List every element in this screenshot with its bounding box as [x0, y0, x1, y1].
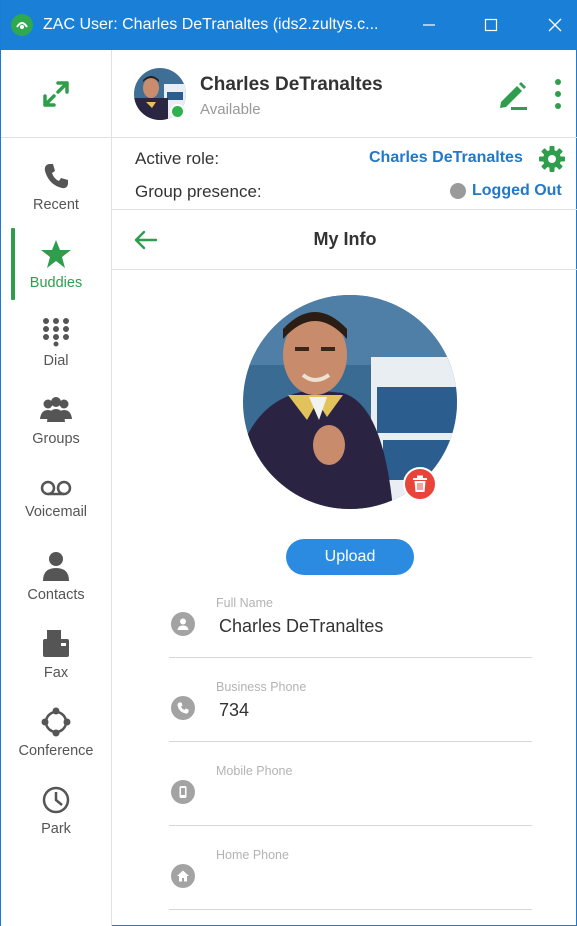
field-label: Mobile Phone [216, 764, 293, 778]
full-name-field[interactable]: Full Name Charles DeTranaltes [169, 590, 532, 658]
mobile-phone-field[interactable]: Mobile Phone [169, 758, 532, 826]
active-role-label: Active role: [135, 149, 220, 168]
sidebar: Recent Buddies Dial Groups Voicemail Con… [1, 50, 112, 926]
expand-button[interactable] [1, 50, 111, 138]
arrow-left-icon [134, 230, 158, 250]
sidebar-item-label: Contacts [27, 587, 85, 603]
phone-icon [171, 696, 195, 720]
trash-icon [413, 475, 427, 492]
back-button[interactable] [132, 226, 160, 254]
minimize-button[interactable] [405, 0, 453, 50]
presence-status-dot [450, 183, 466, 199]
star-icon [41, 240, 71, 268]
app-logo-icon [11, 14, 33, 36]
group-presence-label: Group presence: [135, 182, 262, 201]
field-value[interactable]: Charles DeTranaltes [219, 616, 383, 637]
presence-indicator [170, 104, 185, 119]
upload-button[interactable]: Upload [286, 539, 414, 575]
sidebar-item-contacts[interactable]: Contacts [1, 538, 111, 616]
field-label: Business Phone [216, 680, 307, 694]
app-window: ZAC User: Charles DeTranaltes (ids2.zult… [0, 0, 577, 926]
delete-photo-button[interactable] [403, 467, 437, 501]
mobile-icon [171, 780, 195, 804]
page-title: My Info [313, 229, 377, 249]
active-role-link[interactable]: Charles DeTranaltes [369, 149, 523, 167]
sidebar-item-label: Fax [43, 665, 69, 681]
sidebar-item-label: Recent [33, 197, 79, 213]
group-presence-link[interactable]: Logged Out [472, 182, 562, 200]
maximize-button[interactable] [467, 0, 515, 50]
sidebar-item-label: Conference [18, 743, 94, 759]
user-header: Charles DeTranaltes Available [112, 50, 577, 138]
sidebar-item-label: Voicemail [24, 504, 88, 520]
group-icon [40, 397, 72, 422]
sidebar-item-label: Park [41, 821, 71, 837]
title-bar[interactable]: ZAC User: Charles DeTranaltes (ids2.zult… [1, 0, 577, 50]
sidebar-item-voicemail[interactable]: Voicemail [1, 460, 111, 538]
expand-arrows-icon [43, 80, 69, 107]
field-value[interactable]: 734 [219, 700, 249, 721]
sidebar-item-conference[interactable]: Conference [1, 694, 111, 772]
field-label: Home Phone [216, 848, 289, 862]
edit-button[interactable] [497, 80, 529, 110]
close-button[interactable] [531, 0, 577, 50]
user-status: Available [200, 101, 261, 118]
sidebar-item-recent[interactable]: Recent [1, 148, 111, 226]
more-vertical-icon [555, 79, 561, 85]
sidebar-item-dial[interactable]: Dial [1, 304, 111, 382]
role-section: Active role: Charles DeTranaltes Group p… [112, 138, 577, 210]
my-info-header: My Info [112, 210, 577, 270]
conference-icon [41, 707, 71, 737]
sidebar-item-label: Buddies [29, 275, 83, 291]
sidebar-item-fax[interactable]: Fax [1, 616, 111, 694]
sidebar-item-label: Groups [32, 431, 80, 447]
voicemail-icon [40, 480, 72, 496]
sidebar-item-label: Dial [43, 353, 69, 369]
fax-icon [43, 630, 69, 657]
sidebar-item-groups[interactable]: Groups [1, 382, 111, 460]
contact-icon [43, 552, 69, 581]
home-icon [171, 864, 195, 888]
person-icon [171, 612, 195, 636]
business-phone-field[interactable]: Business Phone 734 [169, 674, 532, 742]
phone-icon [44, 164, 68, 189]
pencil-icon [500, 82, 527, 110]
clock-icon [42, 786, 70, 814]
dialpad-icon [43, 318, 69, 347]
window-title: ZAC User: Charles DeTranaltes (ids2.zult… [43, 16, 379, 33]
more-options-button[interactable] [548, 76, 568, 112]
field-label: Full Name [216, 596, 273, 610]
home-phone-field[interactable]: Home Phone [169, 842, 532, 910]
sidebar-item-park[interactable]: Park [1, 772, 111, 850]
sidebar-item-buddies[interactable]: Buddies [1, 226, 111, 304]
gear-icon[interactable] [539, 146, 565, 172]
user-name: Charles DeTranaltes [200, 74, 383, 95]
